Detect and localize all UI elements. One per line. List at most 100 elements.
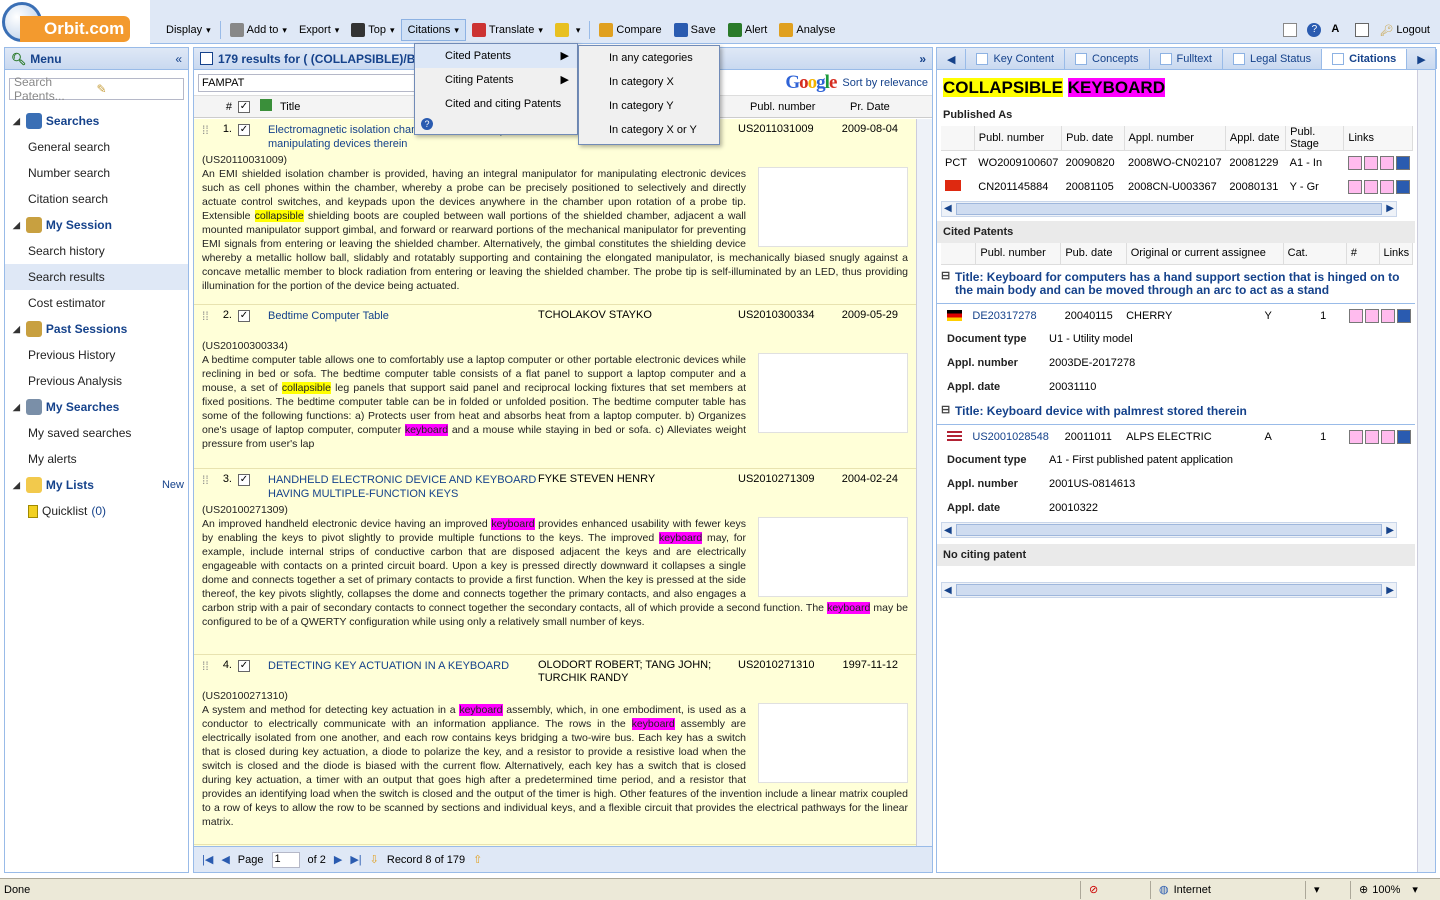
table-row[interactable]: CN201145884 20081105 2008CN-U003367 2008013… xyxy=(941,175,1413,199)
row-checkbox[interactable]: ✓ xyxy=(238,123,268,136)
col-cat[interactable]: Cat. xyxy=(1283,242,1347,265)
grid-icon[interactable] xyxy=(1397,429,1411,444)
popup-blocked-icon[interactable]: ⊘ xyxy=(1080,880,1150,899)
group-my-searches[interactable]: ◢ My Searches xyxy=(5,394,188,420)
scroll-right-icon[interactable]: ▶ xyxy=(1386,525,1394,536)
first-page-icon[interactable]: |◀ xyxy=(202,853,213,866)
col-appl-number[interactable]: Appl. number xyxy=(1124,126,1226,151)
menu-item-cited-and-citing-patents[interactable]: Cited and citing Patents xyxy=(415,92,577,116)
group-my-lists[interactable]: ◢ My Lists New xyxy=(5,472,188,498)
detail-vertical-scrollbar[interactable] xyxy=(1417,70,1435,872)
scroll-left-icon[interactable]: ◀ xyxy=(944,525,952,536)
drag-handle-icon[interactable]: ⁞⁞ xyxy=(202,659,216,673)
table-row[interactable]: PCT WO2009100607 20090820 2008WO-CN02107 200… xyxy=(941,151,1413,175)
pdf-icon[interactable] xyxy=(1349,429,1363,444)
row-checkbox[interactable]: ✓ xyxy=(238,659,268,672)
scroll-right-icon[interactable]: ▶ xyxy=(1386,203,1394,214)
citing-hscroll[interactable]: ◀ ▶ xyxy=(941,582,1397,598)
new-list-link[interactable]: New xyxy=(162,479,184,491)
menu-item-in-category-y[interactable]: In category Y xyxy=(579,94,719,118)
scroll-thumb[interactable] xyxy=(955,524,1383,536)
document-icon[interactable] xyxy=(1365,429,1379,444)
compare-button[interactable]: Compare xyxy=(593,19,667,41)
menu-item-citation-search[interactable]: Citation search xyxy=(5,186,188,212)
patent-drawing-thumbnail[interactable] xyxy=(758,517,908,597)
family-title[interactable]: Title: Keyboard device with palmrest sto… xyxy=(937,399,1415,420)
document-icon[interactable] xyxy=(1363,179,1378,194)
grid-icon[interactable] xyxy=(1395,179,1410,194)
orbit-logo[interactable]: Orbit.com xyxy=(0,0,150,44)
add-tab-icon[interactable]: + xyxy=(1437,49,1440,69)
col-original-or-current-assignee[interactable]: Original or current assignee xyxy=(1126,242,1284,265)
display-button[interactable]: Display xyxy=(160,19,217,41)
top-button[interactable]: Top xyxy=(345,19,400,41)
col-pub-date[interactable]: Pub. date xyxy=(1060,242,1127,265)
menu-item-citing-patents[interactable]: Citing Patents ▶ xyxy=(415,68,577,92)
window-icon[interactable] xyxy=(1283,23,1298,37)
menu-item-my-saved-searches[interactable]: My saved searches xyxy=(5,420,188,446)
tab-legal-status[interactable]: Legal Status xyxy=(1223,49,1323,69)
next-record-icon[interactable]: ⇧ xyxy=(473,853,482,866)
row-title-link[interactable]: Bedtime Computer Table xyxy=(268,309,538,323)
col-publ-number[interactable]: Publ. number xyxy=(974,126,1063,151)
prev-record-icon[interactable]: ⇩ xyxy=(370,853,379,866)
drag-handle-icon[interactable]: ⁞⁞ xyxy=(202,309,216,323)
family-row[interactable]: DE20317278 20040115 CHERRY Y 1 xyxy=(937,303,1415,327)
tab-citations[interactable]: Citations xyxy=(1322,49,1408,69)
pdf-icon[interactable] xyxy=(1347,155,1362,170)
expand-triangle-icon[interactable]: ◢ xyxy=(13,116,20,127)
row-title-link[interactable]: DETECTING KEY ACTUATION IN A KEYBOARD xyxy=(268,659,538,673)
col-pub-date[interactable]: Pub. date xyxy=(1061,126,1125,151)
help-icon[interactable]: ? xyxy=(1307,23,1322,37)
save-button[interactable]: Save xyxy=(668,19,722,41)
logout-link[interactable]: 🔑︎ Logout xyxy=(1379,24,1430,37)
menu-item-my-alerts[interactable]: My alerts xyxy=(5,446,188,472)
menu-item-in-category-x-or-y[interactable]: In category X or Y xyxy=(579,118,719,142)
zoom-level[interactable]: ⊕ 100% ▾ xyxy=(1350,880,1440,899)
font-size-icon[interactable]: A xyxy=(1331,23,1345,37)
export-button[interactable]: Export xyxy=(293,19,345,41)
expand-triangle-icon[interactable]: ◢ xyxy=(13,220,20,231)
expand-triangle-icon[interactable]: ◢ xyxy=(13,402,20,413)
copy-icon[interactable] xyxy=(1381,308,1395,323)
protected-mode-icon[interactable]: ▾ xyxy=(1305,880,1350,899)
copy-icon[interactable] xyxy=(1379,179,1394,194)
document-icon[interactable] xyxy=(1363,155,1378,170)
scroll-thumb[interactable] xyxy=(955,584,1383,596)
next-page-icon[interactable]: ▶ xyxy=(334,853,342,866)
alert-button[interactable]: Alert xyxy=(722,19,774,41)
menu-item-previous-history[interactable]: Previous History xyxy=(5,342,188,368)
family-publ-number-link[interactable]: US2001028548 xyxy=(972,431,1064,443)
scroll-left-icon[interactable]: ◀ xyxy=(944,203,952,214)
col-appl-date[interactable]: Appl. date xyxy=(1225,126,1287,151)
google-logo[interactable]: Google xyxy=(785,72,837,94)
menu-item-cost-estimator[interactable]: Cost estimator xyxy=(5,290,188,316)
prev-page-icon[interactable]: ◀ xyxy=(221,853,229,866)
menu-item-search-results[interactable]: Search results xyxy=(5,264,188,290)
row-checkbox[interactable]: ✓ xyxy=(238,309,268,322)
patent-drawing-thumbnail[interactable] xyxy=(758,167,908,247)
scroll-left-icon[interactable]: ◀ xyxy=(944,585,952,596)
drag-handle-icon[interactable]: ⁞⁞ xyxy=(202,123,216,137)
collapse-menu-icon[interactable]: « xyxy=(175,52,182,66)
highlight-button[interactable] xyxy=(549,19,587,41)
patent-drawing-thumbnail[interactable] xyxy=(758,353,908,433)
col-publ-number[interactable]: Publ. number xyxy=(975,242,1062,265)
col-publ-stage[interactable]: Publ. Stage xyxy=(1285,126,1345,151)
family-row[interactable]: US2001028548 20011011 ALPS ELECTRIC A 1 xyxy=(937,424,1415,448)
expand-triangle-icon[interactable]: ◢ xyxy=(13,480,20,491)
scroll-thumb[interactable] xyxy=(955,202,1383,215)
menu-item-quicklist[interactable]: Quicklist (0) xyxy=(5,498,188,524)
tab-concepts[interactable]: Concepts xyxy=(1065,49,1150,69)
drag-handle-icon[interactable]: ⁞⁞ xyxy=(202,473,216,487)
last-page-icon[interactable]: ▶| xyxy=(350,853,361,866)
family-title[interactable]: Title: Keyboard for computers has a hand… xyxy=(937,265,1415,299)
mail-icon[interactable] xyxy=(1355,23,1370,37)
row-title-link[interactable]: HANDHELD ELECTRONIC DEVICE AND KEYBOARD … xyxy=(268,473,538,501)
group-my-session[interactable]: ◢ My Session xyxy=(5,212,188,238)
menu-item-search-history[interactable]: Search history xyxy=(5,238,188,264)
expand-right-icon[interactable]: » xyxy=(919,52,926,66)
search-patents-input[interactable]: Search Patents... ✎ xyxy=(9,75,184,103)
copy-icon[interactable] xyxy=(1379,155,1394,170)
pdf-icon[interactable] xyxy=(1347,179,1362,194)
